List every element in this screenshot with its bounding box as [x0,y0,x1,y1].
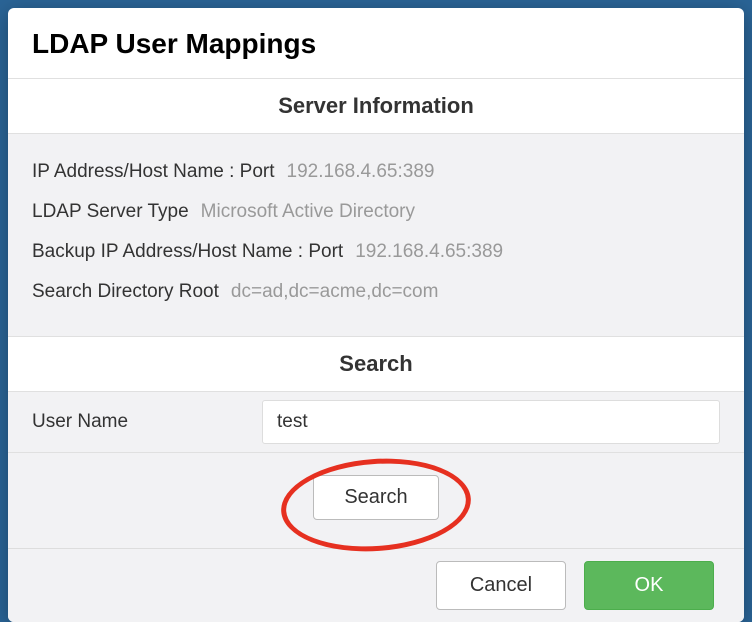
ip-address-label: IP Address/Host Name : Port [32,161,275,183]
backup-ip-value: 192.168.4.65:389 [355,241,503,263]
ldap-user-mappings-dialog: LDAP User Mappings Server Information IP… [8,8,744,622]
search-section-header: Search [8,337,744,392]
search-button-row: Search [8,453,744,548]
search-button[interactable]: Search [313,475,438,520]
server-type-row: LDAP Server Type Microsoft Active Direct… [32,192,720,232]
dialog-footer: Cancel OK [8,548,744,622]
server-type-value: Microsoft Active Directory [201,201,415,223]
backup-ip-label: Backup IP Address/Host Name : Port [32,241,343,263]
ok-button[interactable]: OK [584,561,714,610]
username-input[interactable] [262,400,720,444]
username-label: User Name [32,411,262,433]
ip-address-row: IP Address/Host Name : Port 192.168.4.65… [32,152,720,192]
dialog-header: LDAP User Mappings [8,8,744,79]
username-row: User Name [8,392,744,453]
search-root-label: Search Directory Root [32,281,219,303]
ip-address-value: 192.168.4.65:389 [287,161,435,183]
cancel-button[interactable]: Cancel [436,561,566,610]
search-root-row: Search Directory Root dc=ad,dc=acme,dc=c… [32,272,720,312]
search-root-value: dc=ad,dc=acme,dc=com [231,281,439,303]
server-info-section-header: Server Information [8,79,744,134]
dialog-title: LDAP User Mappings [32,28,720,60]
server-info-block: IP Address/Host Name : Port 192.168.4.65… [8,134,744,337]
backup-ip-row: Backup IP Address/Host Name : Port 192.1… [32,232,720,272]
server-type-label: LDAP Server Type [32,201,189,223]
